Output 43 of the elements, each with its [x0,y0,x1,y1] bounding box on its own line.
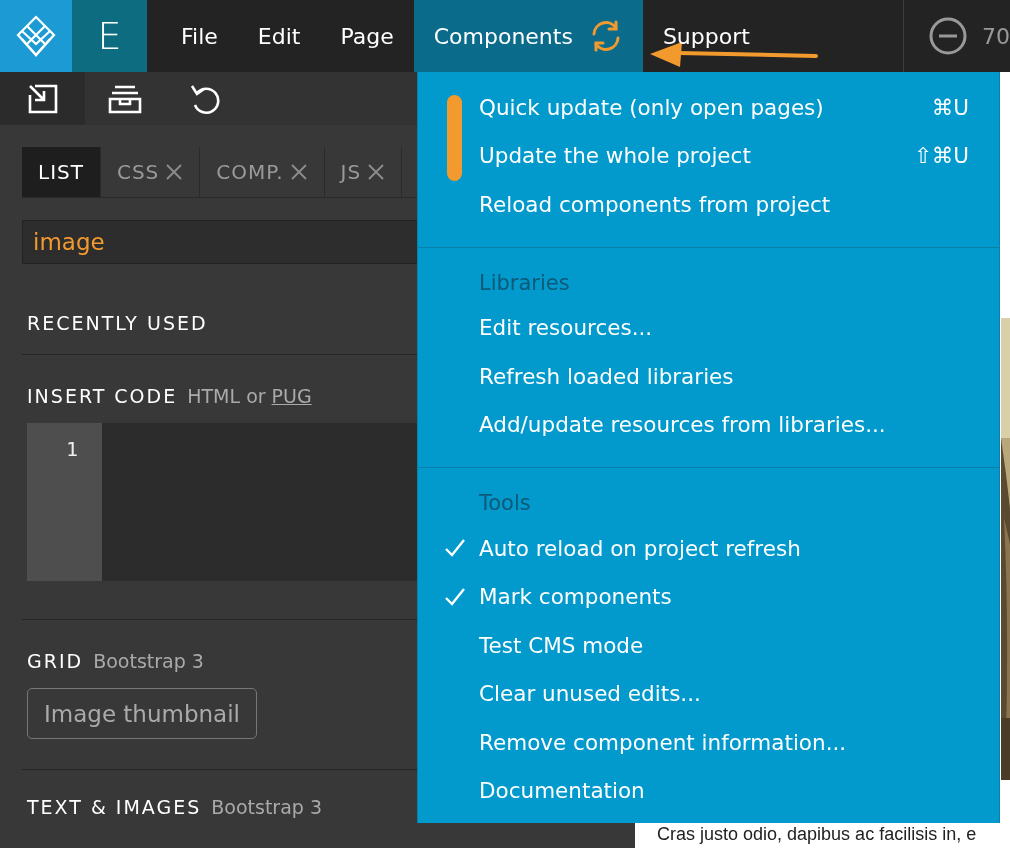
menu-option[interactable]: Documentation [418,766,999,815]
shortcut-label: ⇧⌘U [913,143,969,169]
menu-option[interactable]: Test CMS mode [418,621,999,670]
menu-item[interactable]: Components [413,0,643,72]
menu-option[interactable]: Remove component information... [418,718,999,767]
editor-mode-button[interactable]: E [72,0,147,72]
tray-icon [108,83,142,114]
menu-item[interactable]: File [161,0,238,72]
import-icon [26,82,59,115]
zoom-level: 70 [982,23,1010,49]
shortcut-label: ⌘U [931,94,969,120]
section-title: TEXT & IMAGES [27,796,202,818]
section-hint: HTML or [187,385,266,407]
section-title: INSERT CODE [27,385,178,407]
pug-link[interactable]: PUG [271,385,312,407]
panel-tab[interactable]: LIST [22,147,101,197]
section-subtitle: Bootstrap 3 [93,650,204,672]
menu-option[interactable]: Clear unused edits... [418,669,999,718]
checkmark-icon [443,538,466,559]
line-number: 1 [65,437,78,461]
section-title: GRID [27,650,84,672]
section-subtitle: Bootstrap 3 [211,796,322,818]
body-text: Cras justo odio, dapibus ac facilisis in, e [657,824,977,845]
panel-tab[interactable]: COMP. [200,147,325,197]
menu-option[interactable]: Update the whole project ⇧⌘U [418,131,999,180]
panel-tab[interactable]: JS [324,147,403,197]
checkmark-icon [443,586,466,607]
panel-tab[interactable]: CSS [100,147,201,197]
import-button[interactable] [0,72,85,126]
menu-option[interactable]: Quick update (only open pages) ⌘U [418,83,999,132]
component-button[interactable]: Image thumbnail [27,688,257,739]
menu-header: Tools [478,490,532,517]
menu-item[interactable]: Edit [237,0,321,72]
close-icon[interactable] [165,163,184,181]
pinecone-icon [14,14,58,58]
close-icon[interactable] [367,163,386,181]
zoom-out-icon[interactable] [928,16,968,56]
menu-item[interactable]: Support [642,0,770,72]
menu-option[interactable]: Edit resources... [418,303,999,352]
menu-option[interactable]: Refresh loaded libraries [418,352,999,401]
menu-item[interactable]: Page [320,0,414,72]
close-icon[interactable] [289,163,308,181]
menu-header: Libraries [478,269,571,297]
